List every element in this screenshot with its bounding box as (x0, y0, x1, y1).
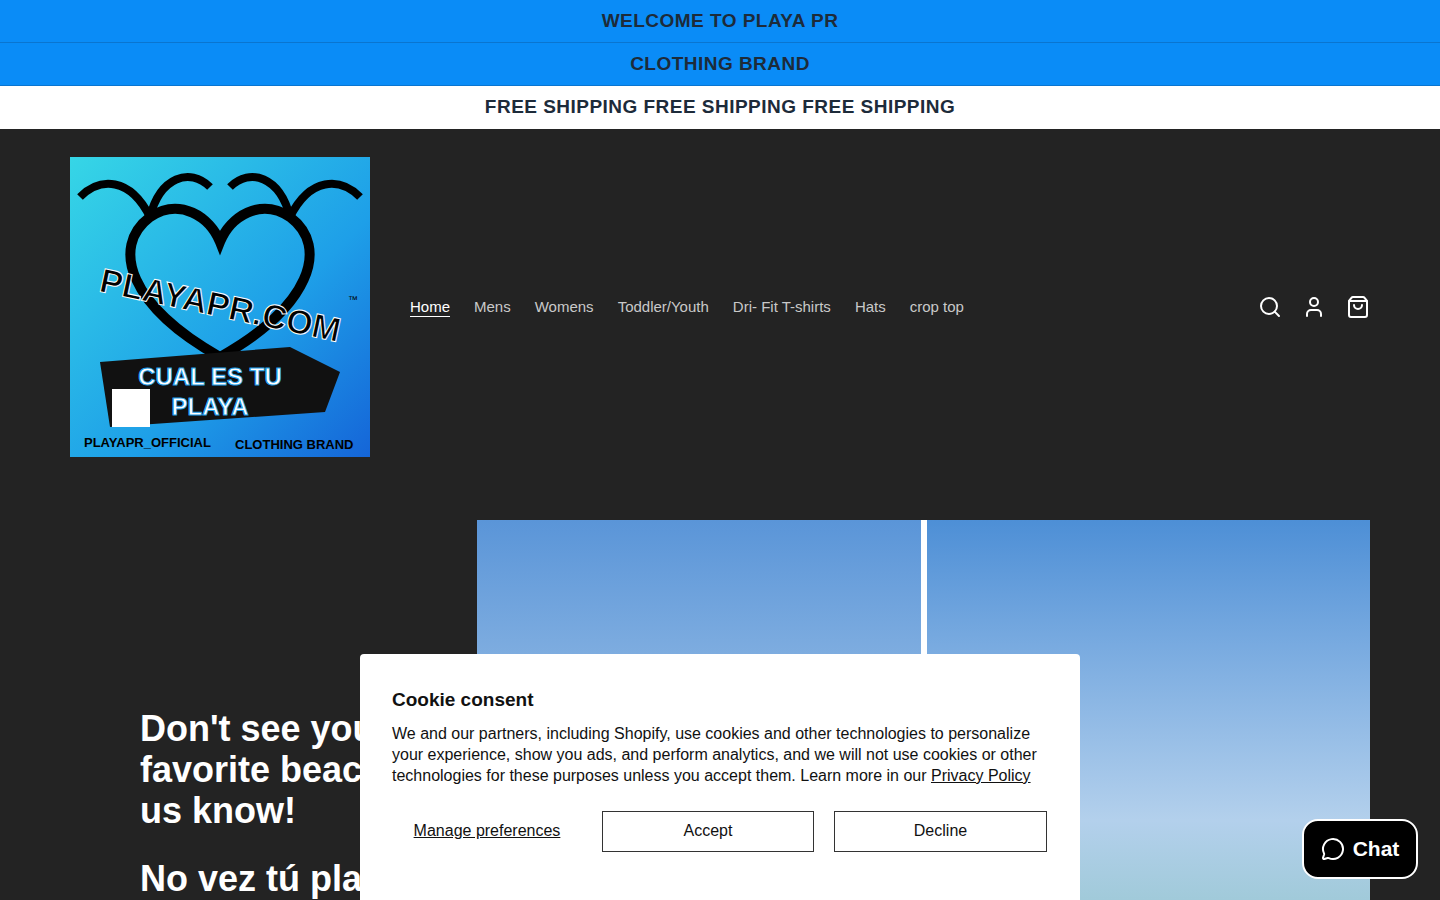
cookie-body: We and our partners, including Shopify, … (392, 723, 1048, 786)
privacy-link[interactable]: Privacy Policy (931, 767, 1031, 784)
svg-text:PLAYAPR_OFFICIAL: PLAYAPR_OFFICIAL (84, 435, 211, 450)
cookie-banner: Cookie consent We and our partners, inclu… (360, 654, 1080, 900)
account-icon[interactable] (1302, 295, 1326, 319)
search-icon[interactable] (1258, 295, 1282, 319)
page: WELCOME TO PLAYA PRCLOTHING BRANDFREE SH… (0, 0, 1440, 900)
nav-link[interactable]: Hats (855, 296, 886, 319)
announcement-bar: WELCOME TO PLAYA PR (0, 0, 1440, 43)
cart-icon[interactable] (1346, 295, 1370, 319)
announcement-bar: FREE SHIPPING FREE SHIPPING FREE SHIPPIN… (0, 86, 1440, 129)
decline-button[interactable]: Decline (834, 811, 1047, 852)
svg-text:CUAL ES TU: CUAL ES TU (138, 363, 282, 390)
chat-button[interactable]: Chat (1302, 819, 1418, 879)
nav-link[interactable]: Toddler/Youth (618, 296, 709, 319)
brand-logo[interactable]: PLAYAPR.COM™ CUAL ES TU PLAYA PLAYAPR_OFFIC… (70, 157, 370, 457)
main-nav: Home Mens Womens Toddler/Youth Dri- Fit T-sh… (410, 296, 964, 319)
nav-link[interactable]: Mens (474, 296, 511, 319)
cookie-title: Cookie consent (392, 686, 1048, 715)
svg-text:PLAYA: PLAYA (172, 393, 249, 420)
site-header: PLAYAPR.COM™ CUAL ES TU PLAYA PLAYAPR_OFFIC… (0, 129, 1440, 485)
nav-link[interactable]: crop top (910, 296, 964, 319)
svg-text:CLOTHING BRAND: CLOTHING BRAND (235, 437, 353, 452)
svg-text:PLAYAPR.COM: PLAYAPR.COM (97, 261, 345, 349)
accept-button[interactable]: Accept (602, 811, 814, 852)
svg-text:™: ™ (348, 294, 358, 305)
announcement-bar: CLOTHING BRAND (0, 43, 1440, 86)
manage-preferences-button[interactable]: Manage preferences (392, 819, 582, 843)
nav-link[interactable]: Dri- Fit T-shirts (733, 296, 831, 319)
nav-link[interactable]: Home (410, 296, 450, 319)
nav-link[interactable]: Womens (535, 296, 594, 319)
chat-icon (1321, 837, 1345, 861)
